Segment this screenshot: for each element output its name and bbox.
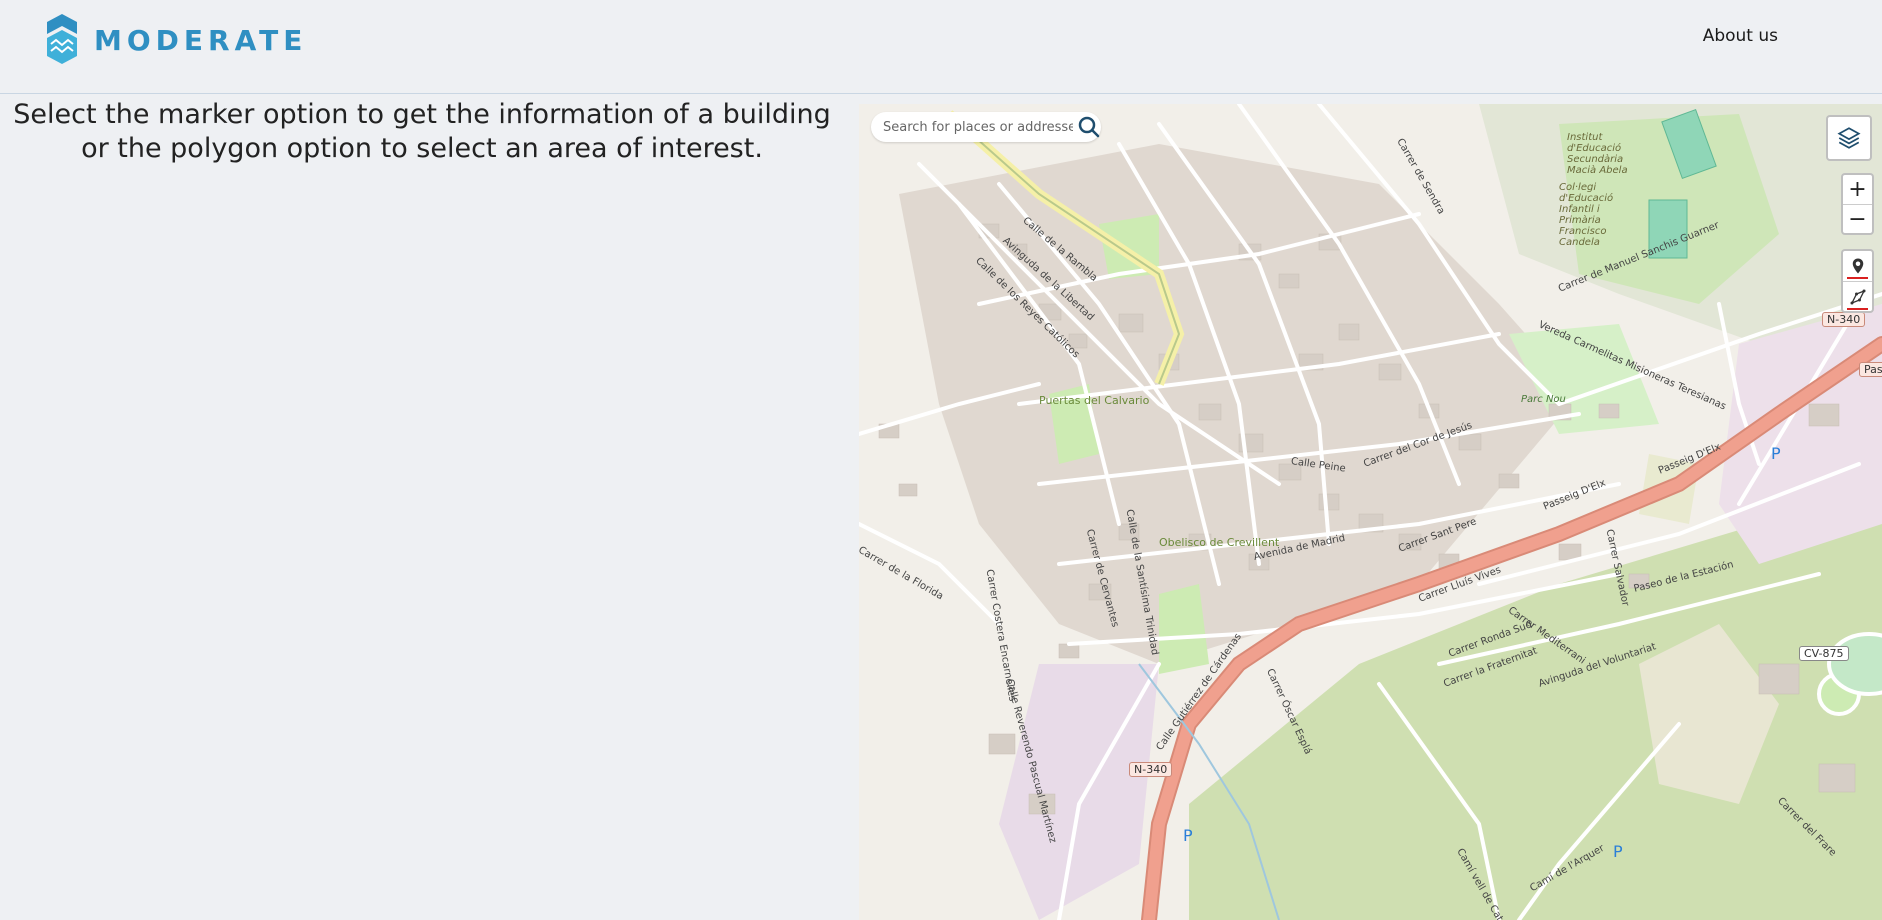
polygon-tool-button[interactable] bbox=[1843, 282, 1872, 312]
draw-toolbar bbox=[1841, 249, 1874, 313]
road-shield: CV-875 bbox=[1799, 646, 1849, 661]
zoom-control: + − bbox=[1841, 173, 1874, 235]
layers-icon bbox=[1837, 127, 1861, 149]
map-base-layer[interactable] bbox=[859, 104, 1882, 920]
road-shield: N-340 bbox=[1822, 312, 1866, 327]
polygon-draw-icon bbox=[1850, 289, 1865, 305]
marker-tool-underline bbox=[1847, 277, 1868, 279]
place-label: Col·legi d'Educació Infantil i Primària … bbox=[1559, 182, 1614, 248]
marker-tool-button[interactable] bbox=[1843, 251, 1872, 282]
zoom-out-button[interactable]: − bbox=[1843, 205, 1872, 234]
moderate-logo[interactable]: MODERATE bbox=[46, 14, 307, 66]
brand-name: MODERATE bbox=[94, 23, 308, 57]
zoom-in-button[interactable]: + bbox=[1843, 175, 1872, 205]
place-label: Obelisco de Crevillent bbox=[1159, 536, 1280, 549]
map-search-input[interactable] bbox=[881, 118, 1075, 136]
layers-control[interactable] bbox=[1826, 115, 1872, 161]
logo-icon bbox=[47, 14, 77, 64]
search-icon[interactable] bbox=[1077, 115, 1101, 139]
map-view[interactable]: Calle de la Rambla Avinguda de la Libert… bbox=[859, 104, 1882, 920]
map-marker-icon bbox=[1852, 258, 1863, 274]
header: MODERATE About us bbox=[0, 0, 1882, 94]
about-us-link[interactable]: About us bbox=[1703, 26, 1778, 46]
parking-icon: P bbox=[1771, 444, 1781, 463]
road-shield: Pas bbox=[1859, 362, 1882, 377]
polygon-tool-underline bbox=[1847, 308, 1868, 310]
parking-icon: P bbox=[1613, 842, 1623, 861]
place-label: Puertas del Calvario bbox=[1039, 394, 1150, 407]
place-label: Institut d'Educació Secundària Macià Abe… bbox=[1567, 132, 1628, 176]
map-search-box[interactable] bbox=[871, 112, 1101, 142]
instructions-text: Select the marker option to get the info… bbox=[13, 99, 831, 164]
place-label: Parc Nou bbox=[1521, 394, 1566, 405]
parking-icon: P bbox=[1183, 826, 1193, 845]
road-shield: N-340 bbox=[1129, 762, 1173, 777]
